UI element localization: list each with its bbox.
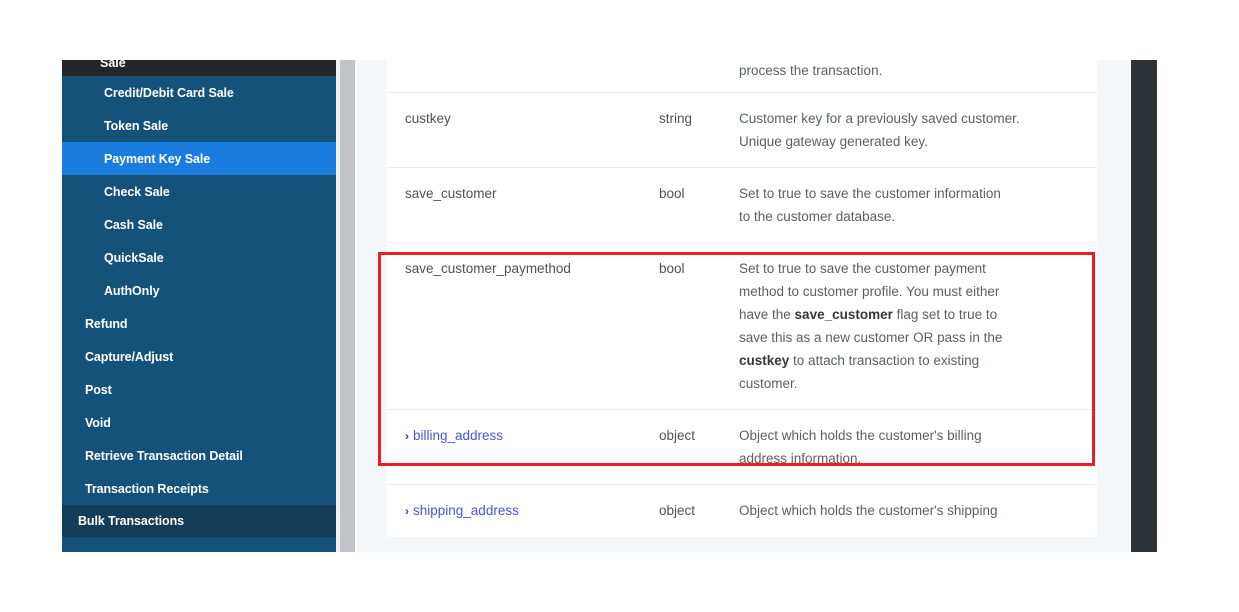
sidebar-item-label: Refund — [85, 316, 128, 331]
parameter-link-shipping-address[interactable]: shipping_address — [413, 503, 519, 518]
chevron-right-icon[interactable]: › — [405, 504, 409, 518]
description-text: have the — [739, 307, 795, 322]
description-line: Customer key for a previously saved cust… — [739, 111, 1020, 126]
sidebar-item-label: Check Sale — [104, 184, 170, 199]
sidebar-item-token-sale[interactable]: Token Sale — [62, 109, 336, 142]
cell-parameter-name: › billing_address — [387, 424, 659, 470]
cell-parameter-type: bool — [659, 261, 685, 276]
sidebar-item-label: Retrieve Transaction Detail — [85, 448, 243, 463]
description-line: Unique gateway generated key. — [739, 134, 928, 149]
cell-parameter-description: Object which holds the customer's shippi… — [739, 499, 1097, 523]
table-row-partial-top: process the transaction. — [387, 60, 1097, 92]
cell-parameter-description: Set to true to save the customer informa… — [739, 182, 1097, 228]
sidebar-item-check-sale[interactable]: Check Sale — [62, 175, 336, 208]
sidebar-item-label: Cash Sale — [104, 217, 163, 232]
description-line: Set to true to save the customer payment — [739, 261, 986, 276]
sidebar-item-quicksale[interactable]: QuickSale — [62, 241, 336, 274]
sidebar-item-label: Void — [85, 415, 111, 430]
sidebar-item-label: Payment Key Sale — [104, 151, 211, 166]
sidebar-item-label: Post — [85, 382, 112, 397]
sidebar-item-capture-adjust[interactable]: Capture/Adjust — [62, 340, 336, 373]
sidebar-item-label: Transaction Receipts — [85, 481, 209, 496]
sidebar-item-credit-debit-card-sale[interactable]: Credit/Debit Card Sale — [62, 76, 336, 109]
cell-parameter-description: Set to true to save the customer payment… — [739, 257, 1097, 395]
sidebar-item-cash-sale[interactable]: Cash Sale — [62, 208, 336, 241]
cell-parameter-type: object — [659, 503, 696, 518]
inline-code-custkey: custkey — [739, 353, 790, 368]
description-line: address information. — [739, 451, 862, 466]
sidebar-item-list: Credit/Debit Card Sale Token Sale Paymen… — [62, 76, 336, 537]
table-row-highlighted: save_customer_paymethod bool Set to true… — [387, 242, 1097, 409]
description-line: Set to true to save the customer informa… — [739, 186, 1001, 201]
description-line-3: have the save_customer flag set to true … — [739, 303, 1081, 326]
page-scrollbar-thumb[interactable] — [1131, 60, 1157, 552]
description-line: Object which holds the customer's billin… — [739, 428, 982, 443]
parameter-table: process the transaction. custkey string … — [387, 60, 1097, 537]
description-line: customer. — [739, 376, 798, 391]
sidebar-navigation: Sale Credit/Debit Card Sale Token Sale P… — [62, 60, 336, 552]
cell-parameter-name: save_customer — [405, 186, 497, 201]
cell-parameter-name: save_customer_paymethod — [405, 261, 571, 276]
description-line: Object which holds the customer's shippi… — [739, 503, 998, 518]
sidebar-item-authonly[interactable]: AuthOnly — [62, 274, 336, 307]
sidebar-item-label: Bulk Transactions — [78, 514, 184, 528]
sidebar-clipped-group-header[interactable]: Sale — [62, 60, 336, 76]
description-line: save this as a new customer OR pass in t… — [739, 330, 1003, 345]
sidebar-item-label: Token Sale — [104, 118, 169, 133]
table-row: custkey string Customer key for a previo… — [387, 92, 1097, 167]
sidebar-item-label: AuthOnly — [104, 283, 160, 298]
sidebar-item-retrieve-transaction-detail[interactable]: Retrieve Transaction Detail — [62, 439, 336, 472]
sidebar-clipped-group-label: Sale — [100, 60, 126, 70]
screenshot-canvas: Sale Credit/Debit Card Sale Token Sale P… — [0, 0, 1239, 612]
cell-parameter-description: Customer key for a previously saved cust… — [739, 107, 1097, 153]
cell-parameter-name: custkey — [405, 111, 451, 126]
cell-parameter-name: › shipping_address — [387, 499, 659, 523]
table-row: save_customer bool Set to true to save t… — [387, 167, 1097, 242]
description-line: method to customer profile. You must eit… — [739, 284, 1000, 299]
sidebar-scrollbar[interactable] — [340, 60, 355, 552]
parameter-table-panel: process the transaction. custkey string … — [355, 60, 1131, 552]
cell-parameter-type: bool — [659, 186, 685, 201]
sidebar-item-post[interactable]: Post — [62, 373, 336, 406]
table-row: › shipping_address object Object which ho… — [387, 484, 1097, 537]
sidebar-item-label: Credit/Debit Card Sale — [104, 85, 234, 100]
description-line-5: custkey to attach transaction to existin… — [739, 349, 1081, 372]
sidebar-item-label: QuickSale — [104, 250, 164, 265]
sidebar-item-label: Capture/Adjust — [85, 349, 174, 364]
sidebar-item-bulk-transactions[interactable]: Bulk Transactions — [62, 505, 336, 537]
cell-parameter-name — [387, 60, 659, 82]
cell-parameter-description: process the transaction. — [739, 63, 883, 78]
description-line: to the customer database. — [739, 209, 896, 224]
parameter-link-billing-address[interactable]: billing_address — [413, 428, 503, 443]
chevron-right-icon[interactable]: › — [405, 429, 409, 443]
sidebar-item-transaction-receipts[interactable]: Transaction Receipts — [62, 472, 336, 505]
sidebar-item-payment-key-sale[interactable]: Payment Key Sale — [62, 142, 336, 175]
cell-parameter-type — [659, 60, 739, 82]
page-scrollbar-track[interactable] — [1097, 60, 1131, 552]
table-row: › billing_address object Object which hol… — [387, 409, 1097, 484]
sidebar-item-void[interactable]: Void — [62, 406, 336, 439]
description-text: flag set to true to — [892, 307, 998, 322]
cell-parameter-type: string — [659, 111, 693, 126]
inline-code-save-customer: save_customer — [794, 307, 893, 322]
description-text: to attach transaction to existing — [789, 353, 980, 368]
cell-parameter-description: Object which holds the customer's billin… — [739, 424, 1097, 470]
cell-parameter-type: object — [659, 428, 696, 443]
sidebar-item-refund[interactable]: Refund — [62, 307, 336, 340]
